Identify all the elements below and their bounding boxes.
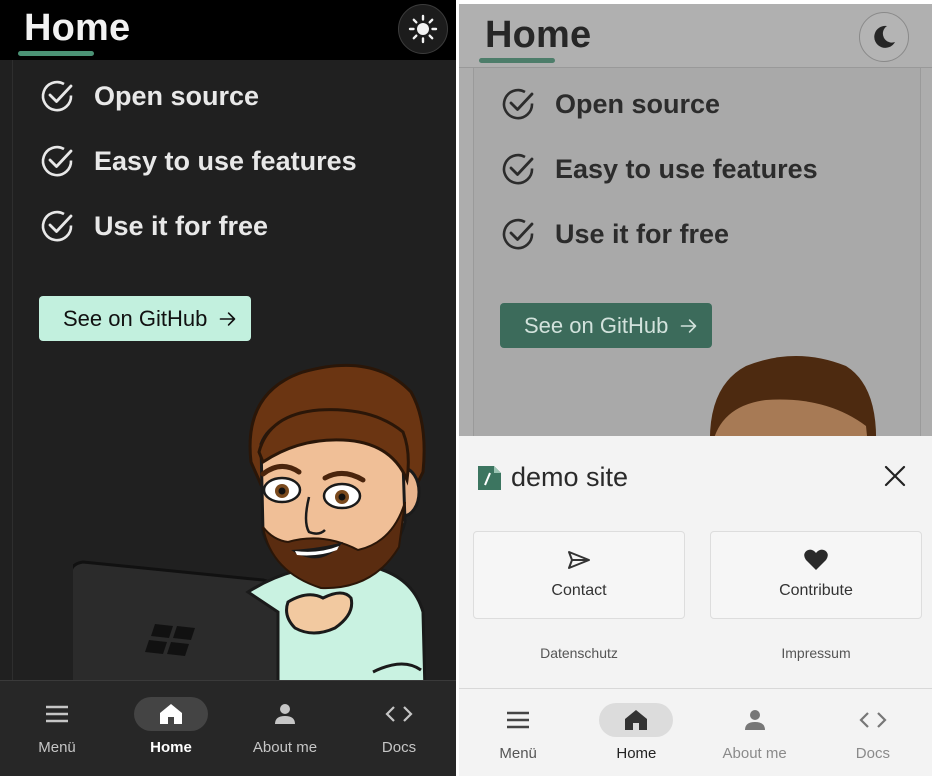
nav-label: Home: [150, 739, 192, 756]
contribute-card[interactable]: Contribute: [710, 531, 922, 619]
github-button[interactable]: See on GitHub: [500, 303, 712, 348]
person-icon: [744, 710, 765, 730]
nav-label: About me: [252, 739, 318, 756]
nav-item-docs[interactable]: Docs: [342, 681, 456, 776]
bottom-navigation: Menü Home About me Docs: [0, 680, 456, 776]
code-file-icon: [478, 465, 501, 490]
nav-item-about-me[interactable]: About me: [696, 689, 814, 776]
menu-icon: [46, 705, 68, 723]
check-circle-icon: [502, 218, 534, 250]
feature-label: Easy to use features: [555, 153, 818, 184]
home-icon: [625, 710, 648, 730]
nav-label: Menü: [499, 745, 537, 762]
nav-item-home[interactable]: Home: [577, 689, 695, 776]
send-icon: [568, 551, 590, 569]
theme-toggle-button[interactable]: [859, 12, 909, 62]
main-content: Open source Easy to use features Use it …: [473, 68, 921, 448]
brand-name: demo site: [511, 462, 629, 492]
feature-item: Easy to use features: [40, 143, 357, 179]
dark-theme-view: Home Open source Easy to use features Us…: [0, 0, 456, 776]
check-circle-icon: [502, 88, 534, 120]
sun-icon: [408, 14, 438, 44]
feature-item: Use it for free: [40, 208, 268, 244]
feature-item: Open source: [501, 86, 720, 122]
person-icon: [275, 704, 295, 724]
feature-label: Easy to use features: [94, 145, 357, 176]
arrow-right-icon: [219, 311, 236, 326]
title-underline: [18, 51, 94, 56]
feature-label: Open source: [555, 88, 721, 119]
close-button[interactable]: [879, 460, 911, 492]
nav-label: Docs: [855, 745, 890, 762]
github-button[interactable]: See on GitHub: [39, 296, 251, 341]
contribute-label: Contribute: [779, 582, 853, 599]
contact-card[interactable]: Contact: [473, 531, 685, 619]
main-content: Open source Easy to use features Use it …: [12, 60, 456, 692]
heart-icon: [804, 549, 828, 570]
feature-label: Use it for free: [555, 218, 730, 249]
nav-label: Docs: [381, 739, 417, 756]
avatar-illustration: [709, 356, 877, 446]
nav-item-docs[interactable]: Docs: [814, 689, 932, 776]
feature-label: Use it for free: [94, 210, 269, 241]
imprint-link[interactable]: Impressum: [710, 645, 922, 661]
nav-item-about-me[interactable]: About me: [228, 681, 342, 776]
feature-item: Open source: [40, 78, 259, 114]
page-title: Home: [24, 7, 131, 49]
nav-item-menu[interactable]: Menü: [0, 681, 114, 776]
nav-label: About me: [722, 745, 787, 762]
close-icon: [884, 465, 906, 487]
nav-item-menu[interactable]: Menü: [459, 689, 577, 776]
privacy-link[interactable]: Datenschutz: [473, 645, 685, 661]
code-icon: [385, 706, 413, 722]
code-icon: [859, 712, 887, 728]
github-button-label: See on GitHub: [63, 305, 208, 331]
moon-icon: [874, 25, 895, 48]
nav-label: Menü: [38, 739, 76, 756]
feature-item: Easy to use features: [501, 151, 818, 187]
avatar-illustration: [73, 363, 427, 692]
page-title: Home: [485, 14, 592, 56]
title-underline: [479, 58, 555, 63]
check-circle-icon: [41, 80, 73, 112]
check-circle-icon: [41, 145, 73, 177]
menu-icon: [507, 711, 530, 729]
github-button-label: See on GitHub: [524, 312, 669, 338]
app-header: Home: [0, 0, 456, 60]
theme-toggle-button[interactable]: [398, 4, 448, 54]
arrow-right-icon: [680, 318, 697, 333]
check-circle-icon: [502, 153, 534, 185]
bottom-navigation: Menü Home About me Docs: [459, 688, 932, 776]
light-theme-view: Home Open source Easy to use features Us…: [459, 4, 932, 776]
nav-item-home[interactable]: Home: [114, 681, 228, 776]
nav-label: Home: [616, 745, 657, 762]
contact-label: Contact: [551, 582, 607, 599]
feature-label: Open source: [94, 80, 260, 111]
bottom-sheet: demo site Contact Contribute Datenschutz…: [459, 436, 932, 688]
brand[interactable]: demo site: [475, 462, 628, 493]
check-circle-icon: [41, 210, 73, 242]
feature-item: Use it for free: [501, 216, 729, 252]
home-icon: [160, 704, 182, 724]
app-header: Home: [459, 4, 932, 68]
